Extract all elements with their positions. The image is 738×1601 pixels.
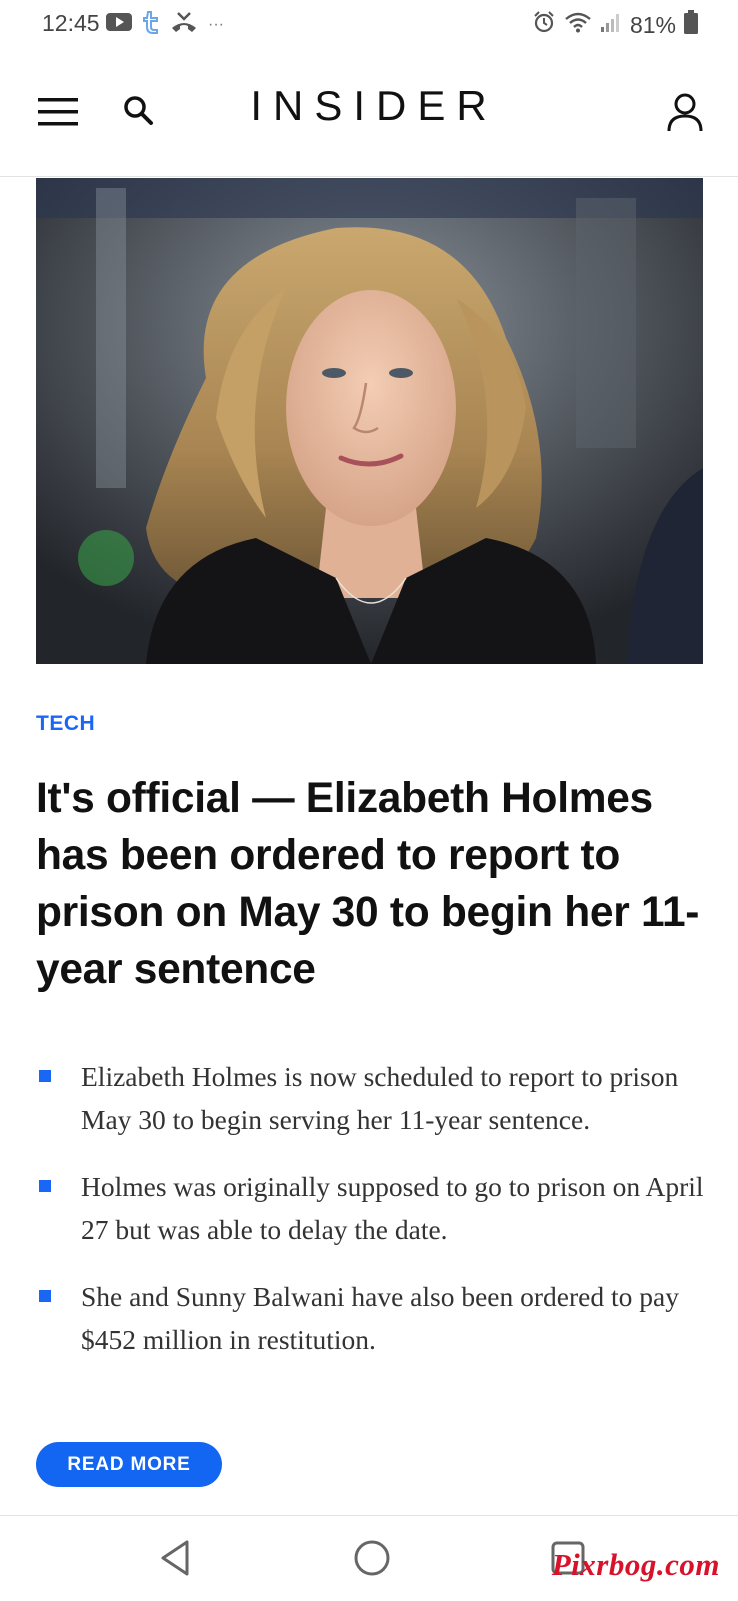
twitter-app-icon: [142, 10, 160, 39]
wifi-icon: [564, 11, 592, 39]
summary-bullet-text: Elizabeth Holmes is now scheduled to rep…: [81, 1061, 679, 1135]
status-right-icons: 81%: [532, 10, 698, 40]
battery-icon: [684, 10, 698, 40]
insider-logo[interactable]: INSIDER: [0, 82, 738, 130]
more-dots-icon: ···: [208, 15, 224, 33]
status-left-icons: ···: [106, 10, 224, 39]
youtube-icon: [106, 12, 132, 37]
article-category[interactable]: TECH: [36, 712, 95, 736]
summary-bullet-text: Holmes was originally supposed to go to …: [81, 1171, 704, 1245]
alarm-icon: [532, 10, 556, 40]
article-summary-list: Elizabeth Holmes is now scheduled to rep…: [36, 1055, 706, 1385]
summary-bullet: Holmes was originally supposed to go to …: [36, 1165, 706, 1251]
status-bar: 12:45 ··· 81%: [0, 0, 738, 52]
summary-bullet: Elizabeth Holmes is now scheduled to rep…: [36, 1055, 706, 1141]
back-icon[interactable]: [157, 1538, 195, 1578]
watermark-text: Pixrbog.com: [551, 1547, 720, 1582]
home-icon[interactable]: [352, 1538, 392, 1578]
summary-bullet-text: She and Sunny Balwani have also been ord…: [81, 1281, 679, 1355]
hero-photo-illustration: [36, 178, 703, 664]
article-headline[interactable]: It's official — Elizabeth Holmes has bee…: [36, 770, 706, 998]
bullet-square-icon: [39, 1290, 51, 1302]
summary-bullet: She and Sunny Balwani have also been ord…: [36, 1275, 706, 1361]
bullet-square-icon: [39, 1180, 51, 1192]
bullet-square-icon: [39, 1070, 51, 1082]
account-icon[interactable]: [666, 92, 704, 132]
site-header: INSIDER: [0, 52, 738, 177]
missed-call-icon: [170, 10, 198, 39]
signal-icon: [600, 11, 622, 39]
article-hero-image[interactable]: [36, 178, 703, 664]
status-time: 12:45: [42, 10, 100, 36]
read-more-button[interactable]: READ MORE: [36, 1442, 222, 1487]
battery-percent: 81%: [629, 11, 676, 38]
